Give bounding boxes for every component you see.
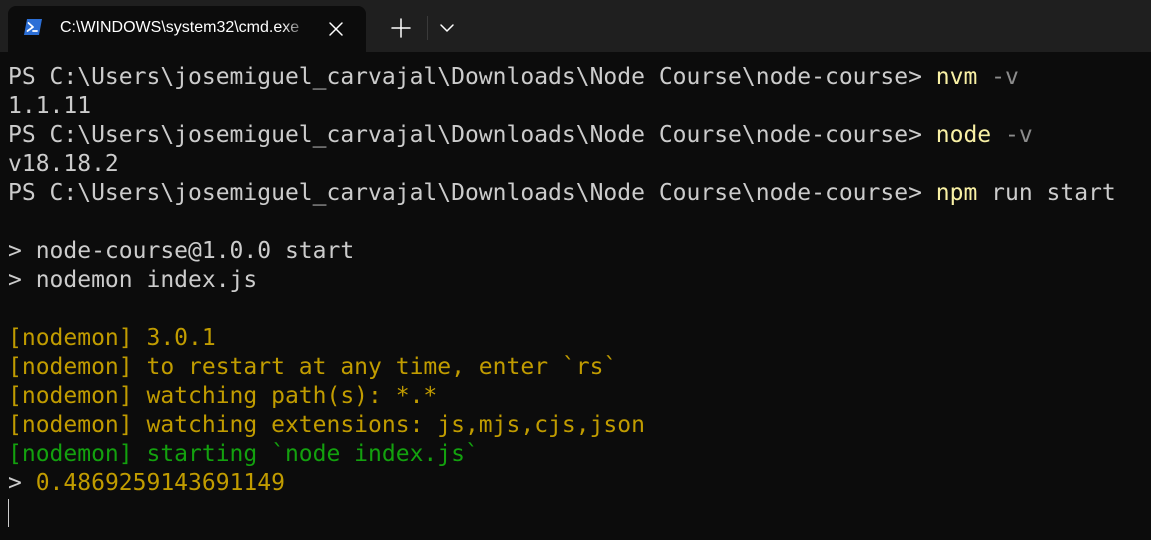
command-text: nvm bbox=[935, 64, 978, 90]
plus-icon[interactable] bbox=[385, 13, 417, 43]
terminal-line: PS C:\Users\josemiguel_carvajal\Download… bbox=[8, 63, 1019, 92]
nodemon-line: [nodemon] to restart at any time, enter … bbox=[8, 354, 618, 380]
command-text: node bbox=[935, 122, 992, 148]
close-icon[interactable] bbox=[324, 17, 348, 41]
output-line: v18.18.2 bbox=[8, 151, 119, 177]
nodemon-line: [nodemon] watching path(s): *.* bbox=[8, 383, 438, 409]
output-line: > node-course@1.0.0 start bbox=[8, 238, 355, 264]
command-args: run start bbox=[977, 180, 1116, 206]
output-line: > 0.4869259143691149 bbox=[8, 469, 285, 498]
prompt-text: PS C:\Users\josemiguel_carvajal\Download… bbox=[8, 122, 936, 148]
prompt-text: PS C:\Users\josemiguel_carvajal\Download… bbox=[8, 64, 936, 90]
prompt-text: PS C:\Users\josemiguel_carvajal\Download… bbox=[8, 180, 936, 206]
random-number-output: 0.4869259143691149 bbox=[35, 470, 285, 496]
title-bar: C:\WINDOWS\system32\cmd.exe bbox=[0, 0, 1151, 52]
nodemon-start-line: [nodemon] starting `node index.js` bbox=[8, 441, 479, 467]
command-args: -v bbox=[991, 122, 1033, 148]
command-args: -v bbox=[977, 64, 1019, 90]
output-line: 1.1.11 bbox=[8, 93, 92, 119]
nodemon-line: [nodemon] 3.0.1 bbox=[8, 325, 216, 351]
output-prefix: > bbox=[8, 470, 36, 496]
tab-title: C:\WINDOWS\system32\cmd.exe bbox=[60, 19, 300, 36]
text-cursor bbox=[8, 499, 9, 527]
terminal-line: PS C:\Users\josemiguel_carvajal\Download… bbox=[8, 121, 1033, 150]
titlebar-divider bbox=[427, 16, 428, 40]
powershell-icon bbox=[24, 19, 42, 35]
command-text: npm bbox=[935, 180, 978, 206]
terminal-window: C:\WINDOWS\system32\cmd.exe PS C:\Users\… bbox=[0, 0, 1151, 540]
output-line: > nodemon index.js bbox=[8, 267, 258, 293]
nodemon-line: [nodemon] watching extensions: js,mjs,cj… bbox=[8, 412, 645, 438]
tab-cmd[interactable]: C:\WINDOWS\system32\cmd.exe bbox=[8, 6, 366, 52]
terminal-line: PS C:\Users\josemiguel_carvajal\Download… bbox=[8, 179, 1116, 208]
chevron-down-icon[interactable] bbox=[435, 13, 459, 43]
